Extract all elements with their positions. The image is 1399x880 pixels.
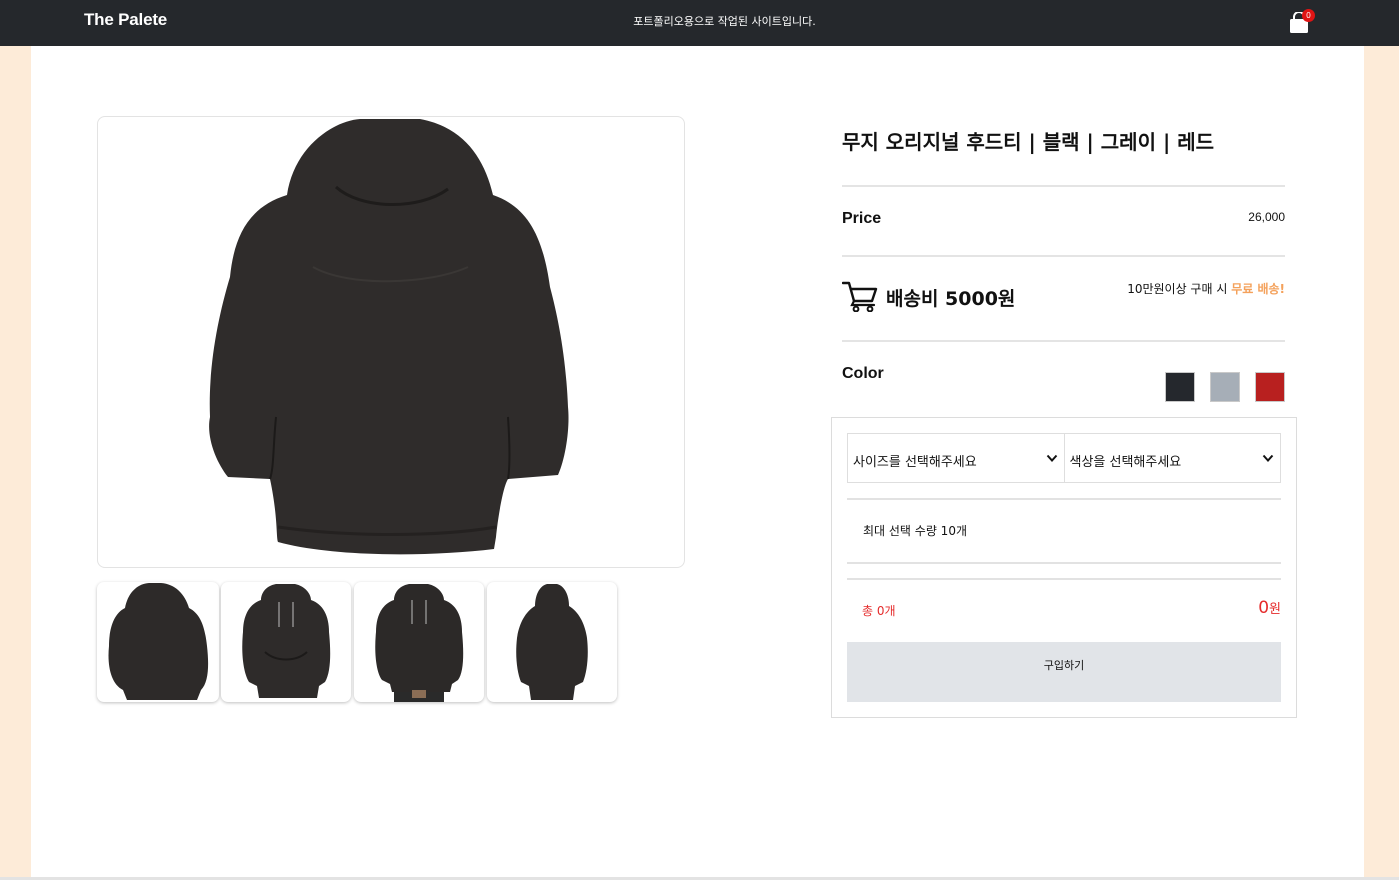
total-price-unit: 원	[1269, 602, 1281, 617]
product-page: 무지 오리지널 후드티 | 블랙 | 그레이 | 레드 Price 26,000…	[31, 46, 1364, 880]
color-swatch-red[interactable]	[1255, 372, 1285, 402]
cart-count-badge: 0	[1302, 9, 1315, 22]
chevron-down-icon	[1262, 454, 1274, 462]
buy-button[interactable]: 구입하기	[847, 642, 1281, 702]
chevron-down-icon	[1046, 454, 1057, 462]
free-shipping-note: 10만원이상 구매 시 무료 배송!	[1127, 280, 1285, 297]
product-thumbnail-4[interactable]	[487, 582, 617, 702]
price-label: Price	[842, 210, 882, 227]
product-title: 무지 오리지널 후드티 | 블랙 | 그레이 | 레드	[842, 130, 1215, 154]
size-select[interactable]: 사이즈를 선택해주세요	[848, 434, 1065, 482]
size-select-value: 사이즈를 선택해주세요	[853, 455, 977, 470]
max-quantity-note: 최대 선택 수량 10개	[863, 524, 967, 538]
color-swatch-black[interactable]	[1165, 372, 1195, 402]
order-box: 사이즈를 선택해주세요 색상을 선택해주세요 최대 선택 수량 10개 총 0개…	[831, 417, 1297, 718]
color-label: Color	[842, 365, 884, 382]
option-selects: 사이즈를 선택해주세요 색상을 선택해주세요	[847, 433, 1281, 483]
divider	[842, 185, 1285, 187]
color-swatch-gray[interactable]	[1210, 372, 1240, 402]
price-value: 26,000	[1248, 210, 1285, 224]
product-main-image	[97, 116, 685, 568]
divider	[847, 498, 1281, 500]
free-shipping-accent: 무료 배송!	[1231, 282, 1285, 296]
total-count: 총 0개	[862, 604, 896, 618]
divider	[847, 562, 1281, 564]
free-shipping-prefix: 10만원이상 구매 시	[1127, 282, 1232, 296]
total-price-value: 0	[1258, 598, 1270, 618]
product-thumbnail-2[interactable]	[221, 582, 351, 702]
product-thumbnail-1[interactable]	[97, 582, 219, 702]
divider	[842, 255, 1285, 257]
color-select[interactable]: 색상을 선택해주세요	[1065, 434, 1281, 482]
total-price: 0원	[1258, 598, 1281, 618]
product-thumbnail-3[interactable]	[354, 582, 484, 702]
cart-button[interactable]: 0	[1288, 9, 1316, 35]
portfolio-notice: 포트폴리오용으로 작업된 사이트입니다.	[633, 15, 816, 28]
divider	[842, 340, 1285, 342]
top-navbar: The Palete 포트폴리오용으로 작업된 사이트입니다. 0	[0, 0, 1399, 46]
color-select-value: 색상을 선택해주세요	[1069, 455, 1182, 470]
shipping-fee: 배송비 5000원	[886, 288, 1016, 310]
divider	[847, 578, 1281, 580]
cart-icon	[842, 281, 878, 312]
